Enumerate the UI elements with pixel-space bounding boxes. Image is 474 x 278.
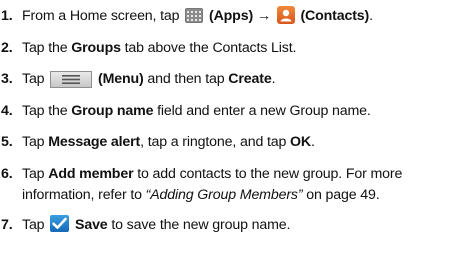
step-2: 2. Tap the Groups tab above the Contacts… [1, 38, 472, 60]
step-text: to save the new group name. [107, 216, 291, 233]
group-name-label: Group name [71, 102, 154, 119]
step-5: 5. Tap Message alert, tap a ringtone, an… [1, 132, 472, 154]
step-7: 7. Tap Save to save the new group name. [1, 214, 472, 237]
ok-label: OK [290, 134, 312, 150]
step-text: on page 49. [302, 187, 380, 203]
step-number: 4. [1, 102, 13, 119]
step-3: 3. Tap (Menu) and then tap Create. [1, 69, 472, 91]
menu-icon [50, 71, 93, 88]
step-text: field and enter a new Group name. [153, 102, 371, 119]
step-text: Tap [22, 165, 49, 182]
step-list: 1. From a Home screen, tap (Apps) → (Con… [1, 6, 472, 236]
step-text: and then tap [143, 71, 229, 87]
instructions-document: 1. From a Home screen, tap (Apps) → (Con… [0, 0, 474, 278]
cross-reference: “Adding Group Members” [145, 187, 303, 203]
step-number: 3. [1, 71, 13, 87]
contacts-icon [276, 6, 295, 24]
apps-icon [185, 8, 204, 23]
step-text: Tap [22, 134, 49, 150]
step-number: 2. [1, 39, 13, 56]
create-label: Create [228, 71, 272, 87]
add-member-label: Add member [48, 165, 134, 182]
check-icon [50, 214, 70, 232]
step-number: 5. [1, 134, 13, 150]
step-text: , tap a ringtone, and tap [140, 134, 291, 150]
step-6: 6. Tap Add member to add contacts to the… [1, 164, 472, 207]
contacts-label: (Contacts) [300, 8, 370, 24]
step-text: From a Home screen, tap [22, 8, 184, 24]
step-1: 1. From a Home screen, tap (Apps) → (Con… [1, 6, 472, 28]
step-text: Tap the [22, 102, 72, 119]
step-text: Tap [22, 71, 49, 87]
step-number: 6. [1, 165, 13, 182]
punctuation: . [369, 8, 373, 24]
message-alert-label: Message alert [48, 134, 141, 150]
save-label: Save [75, 216, 108, 233]
step-text: Tap [22, 216, 49, 233]
arrow-symbol: → [253, 8, 275, 24]
step-number: 1. [1, 8, 13, 24]
menu-label: (Menu) [98, 71, 144, 87]
step-number: 7. [1, 216, 13, 233]
step-4: 4. Tap the Group name field and enter a … [1, 101, 472, 123]
groups-label: Groups [71, 39, 121, 56]
step-text: tab above the Contacts List. [120, 39, 297, 56]
punctuation: . [311, 134, 315, 150]
step-text: Tap the [22, 39, 72, 56]
punctuation: . [271, 71, 276, 87]
apps-label: (Apps) [209, 8, 254, 24]
